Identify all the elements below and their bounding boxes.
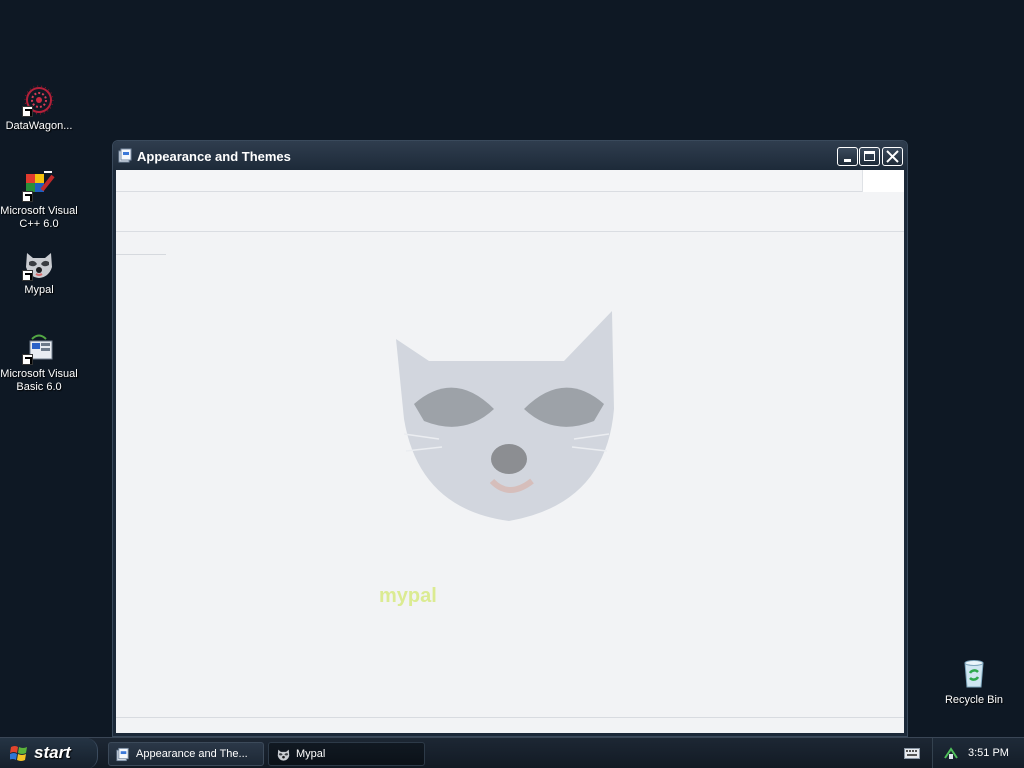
- explorer-window: Appearance and Themes mypal: [112, 140, 908, 737]
- window-title: Appearance and Themes: [137, 149, 291, 164]
- taskbar-button-label: Mypal: [296, 748, 326, 760]
- shortcut-arrow-icon: [22, 270, 33, 281]
- desktop-icon-label: DataWagon...: [5, 120, 73, 132]
- taskbar-button-appearance-and-themes[interactable]: Appearance and The...: [108, 742, 264, 766]
- shortcut-arrow-icon: [22, 106, 33, 117]
- visual-basic-icon: [22, 331, 56, 365]
- desktop-icon-datawagon[interactable]: DataWagon...: [0, 83, 79, 133]
- minimize-button[interactable]: [837, 147, 858, 166]
- taskbar-button-label: Appearance and The...: [136, 748, 248, 760]
- windows-logo-corner: [862, 170, 904, 192]
- system-tray: 3:51 PM: [932, 738, 1024, 768]
- desktop-icon-label: Microsoft Visual C++ 6.0: [0, 205, 78, 230]
- taskbar: start Appearance and The... Mypal 3:51 P…: [0, 737, 1024, 768]
- mypal-raccoon-icon: [276, 747, 291, 762]
- window-client-area: mypal: [116, 170, 904, 733]
- datawagon-icon: [22, 83, 56, 117]
- content-pane[interactable]: mypal: [116, 255, 904, 717]
- start-button[interactable]: start: [0, 738, 98, 768]
- desktop-icon-label: Microsoft Visual Basic 6.0: [0, 368, 78, 393]
- network-icon[interactable]: [943, 746, 959, 761]
- start-label: start: [34, 743, 71, 762]
- maximize-button[interactable]: [859, 147, 880, 166]
- mypal-raccoon-watermark-icon: [396, 311, 614, 521]
- window-titlebar[interactable]: Appearance and Themes: [113, 141, 907, 170]
- desktop-icon-visual-basic[interactable]: Microsoft Visual Basic 6.0: [0, 331, 79, 394]
- desktop-icon-label: Mypal: [24, 284, 54, 296]
- menu-bar[interactable]: [116, 170, 904, 192]
- close-button[interactable]: [882, 147, 903, 166]
- mypal-watermark-text: mypal: [379, 585, 437, 607]
- taskbar-button-mypal[interactable]: Mypal: [268, 742, 425, 766]
- shortcut-arrow-icon: [22, 354, 33, 365]
- clock[interactable]: 3:51 PM: [968, 747, 1009, 759]
- control-panel-icon: [116, 747, 131, 762]
- desktop-icon-visual-cpp[interactable]: Microsoft Visual C++ 6.0: [0, 168, 79, 231]
- visual-cpp-icon: [22, 168, 56, 202]
- recycle-bin-icon: [957, 657, 991, 691]
- desktop-icon-mypal[interactable]: Mypal: [0, 247, 79, 297]
- address-bar[interactable]: [116, 232, 904, 255]
- desktop-icon-recycle-bin[interactable]: Recycle Bin: [934, 657, 1014, 707]
- toolbar[interactable]: [116, 192, 904, 232]
- keyboard-icon[interactable]: [904, 748, 920, 759]
- control-panel-icon: [118, 148, 134, 163]
- mypal-raccoon-icon: [22, 247, 56, 281]
- status-bar: [116, 717, 904, 733]
- shortcut-arrow-icon: [22, 191, 33, 202]
- windows-logo-icon: [9, 745, 28, 762]
- desktop-icon-label: Recycle Bin: [944, 694, 1004, 706]
